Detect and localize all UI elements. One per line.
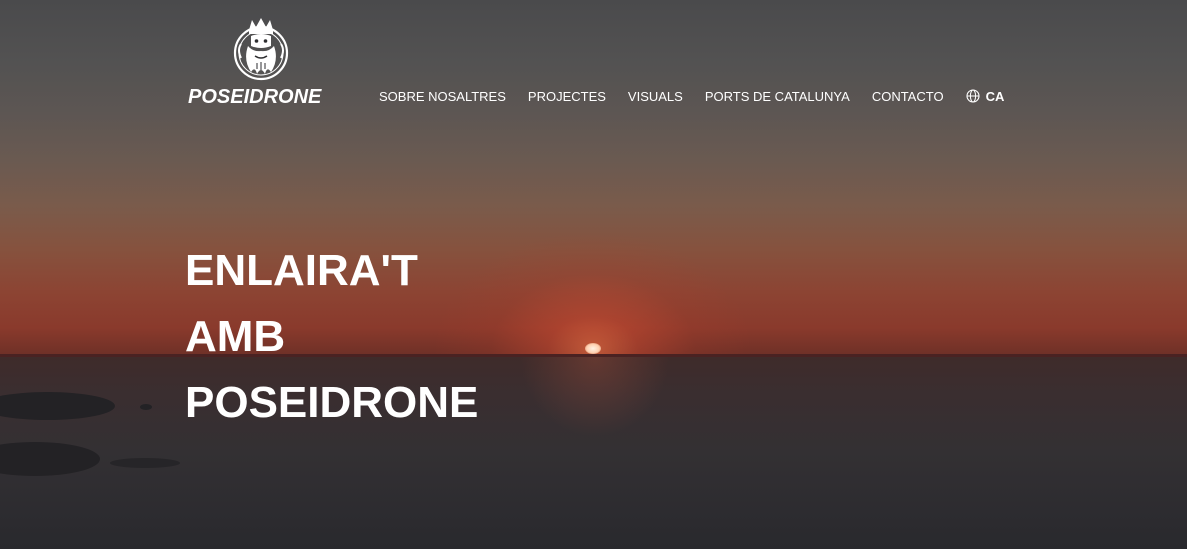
headline-line: ENLAIRA'T [185,246,418,295]
rock-island [140,404,152,410]
nav-item-sobre-nosaltres[interactable]: SOBRE NOSALTRES [379,89,506,104]
sun-reflection [520,357,670,437]
main-nav: SOBRE NOSALTRES PROJECTES VISUALS PORTS … [379,86,1004,106]
globe-icon [966,89,980,103]
headline-line: AMB [185,312,286,361]
brand-logo-link[interactable]: POSEIDRONE [186,16,336,108]
nav-item-contacto[interactable]: CONTACTO [872,89,944,104]
nav-item-ports-de-catalunya[interactable]: PORTS DE CATALUNYA [705,89,850,104]
sun [585,343,601,354]
rock-island [110,458,180,468]
brand-name: POSEIDRONE [188,86,322,108]
hero-section: POSEIDRONE SOBRE NOSALTRES PROJECTES VIS… [0,0,1187,549]
language-selector[interactable]: CA [966,88,1005,104]
nav-item-projectes[interactable]: PROJECTES [528,89,606,104]
hero-headline: ENLAIRA'T AMB POSEIDRONE [185,238,478,436]
nav-item-visuals[interactable]: VISUALS [628,89,683,104]
headline-line: POSEIDRONE [185,378,479,427]
poseidon-head-icon [233,18,289,81]
language-code: CA [985,88,1005,104]
